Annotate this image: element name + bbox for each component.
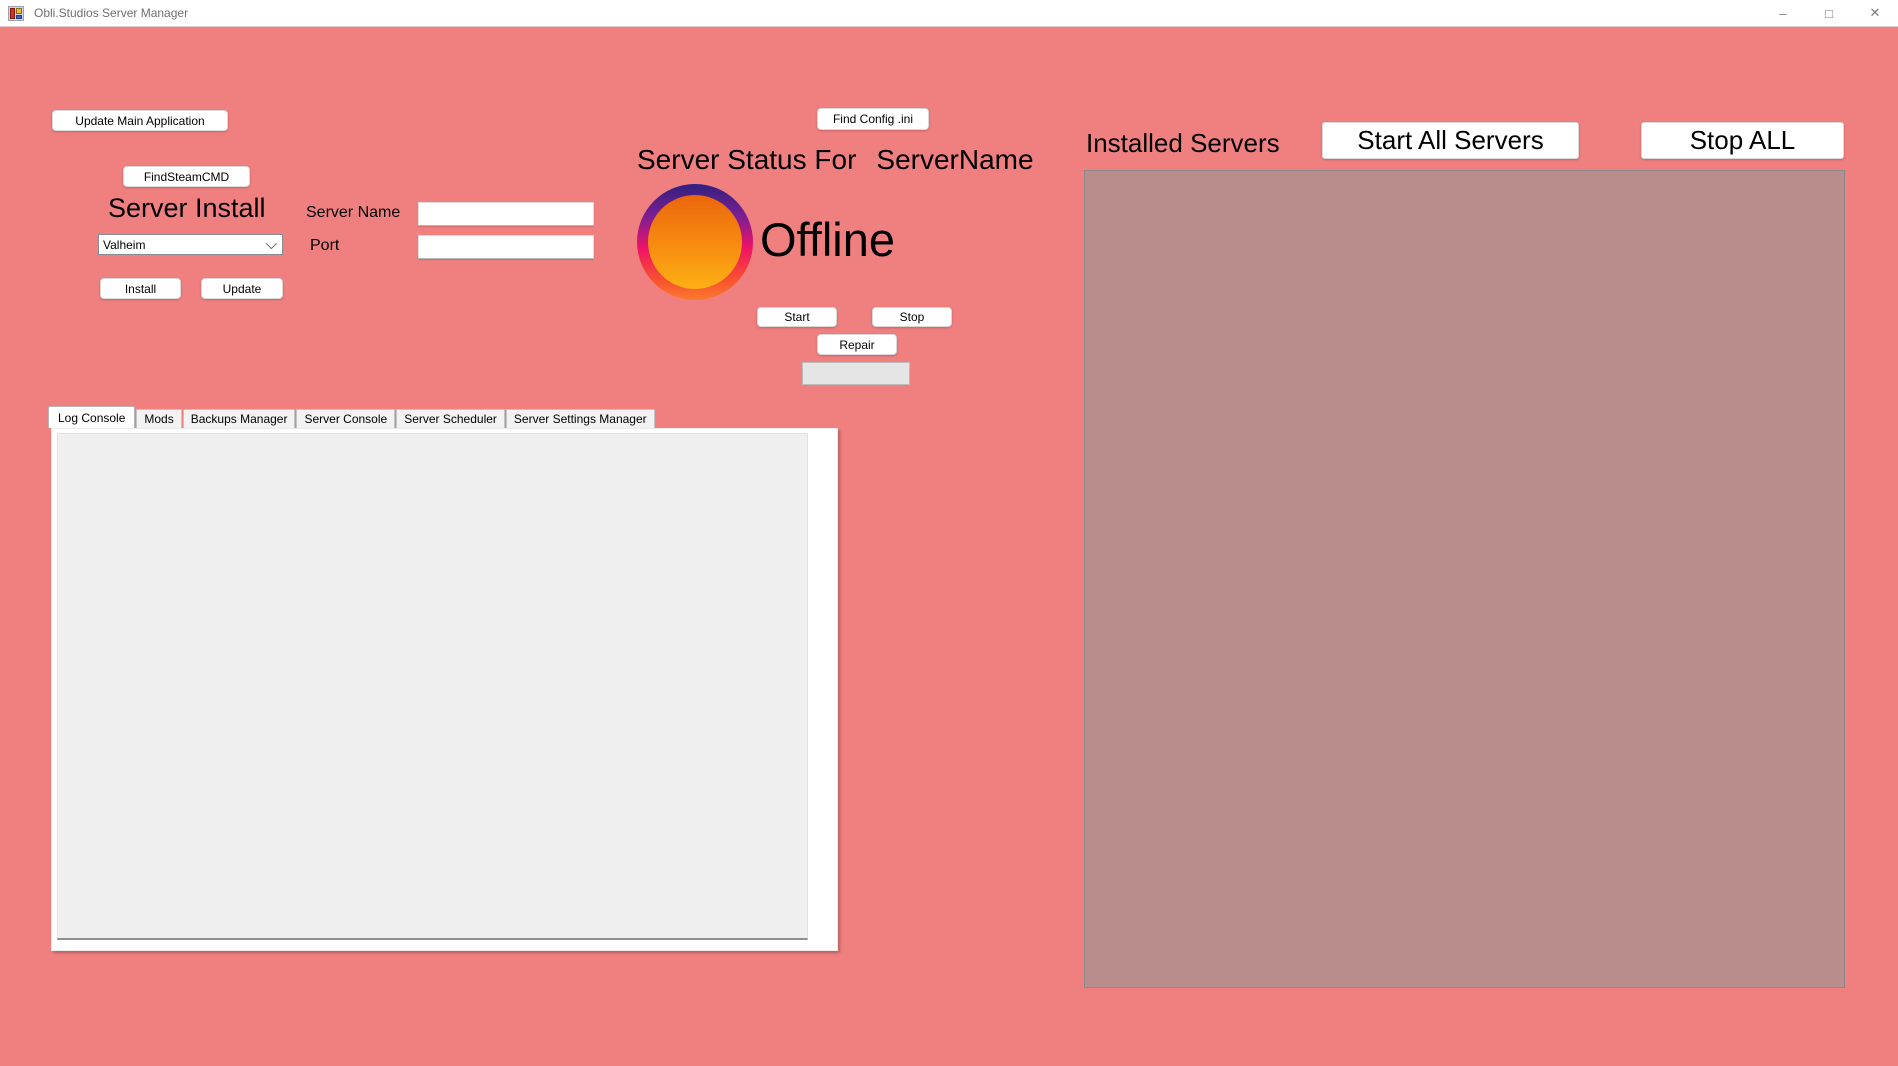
installed-servers-heading: Installed Servers: [1086, 128, 1280, 159]
close-icon[interactable]: ✕: [1852, 0, 1898, 27]
maximize-icon[interactable]: □: [1806, 0, 1852, 27]
tab-backups-manager[interactable]: Backups Manager: [183, 409, 296, 428]
repair-progress-bar: [802, 362, 910, 385]
chevron-down-icon: [266, 237, 277, 248]
install-button[interactable]: Install: [100, 278, 181, 299]
server-status-heading: Server Status For ServerName: [637, 144, 1034, 176]
installed-servers-list[interactable]: [1084, 170, 1845, 988]
app-icon: [8, 6, 24, 21]
update-button[interactable]: Update: [201, 278, 283, 299]
start-button[interactable]: Start: [757, 307, 837, 327]
tab-server-console[interactable]: Server Console: [296, 409, 395, 428]
log-console-textbox[interactable]: [57, 433, 808, 940]
status-indicator: [637, 184, 753, 300]
update-main-application-button[interactable]: Update Main Application: [52, 110, 228, 131]
repair-button[interactable]: Repair: [817, 334, 897, 355]
game-select-dropdown[interactable]: Valheim: [98, 234, 283, 255]
findsteamcmd-button[interactable]: FindSteamCMD: [123, 166, 250, 187]
tab-server-settings-manager[interactable]: Server Settings Manager: [506, 409, 655, 428]
start-all-servers-button[interactable]: Start All Servers: [1322, 122, 1579, 159]
port-label: Port: [310, 237, 339, 255]
game-select-value: Valheim: [103, 238, 145, 252]
server-install-heading: Server Install: [108, 193, 266, 224]
log-console-panel: [51, 428, 838, 951]
tab-mods[interactable]: Mods: [136, 409, 181, 428]
titlebar: Obli.Studios Server Manager – □ ✕: [0, 0, 1898, 27]
port-input[interactable]: [418, 235, 594, 259]
window-title: Obli.Studios Server Manager: [34, 6, 188, 20]
server-status-heading-text: Server Status For: [637, 144, 856, 176]
server-name-label: Server Name: [306, 204, 400, 222]
window-controls: – □ ✕: [1760, 0, 1898, 27]
stop-all-button[interactable]: Stop ALL: [1641, 122, 1844, 159]
tabstrip: Log Console Mods Backups Manager Server …: [48, 406, 656, 428]
server-status-server-name: ServerName: [876, 144, 1033, 176]
find-config-ini-button[interactable]: Find Config .ini: [817, 108, 929, 130]
stop-button[interactable]: Stop: [872, 307, 952, 327]
server-manager-window: Obli.Studios Server Manager – □ ✕ Update…: [0, 0, 1898, 1066]
server-name-input[interactable]: [418, 202, 594, 226]
tab-server-scheduler[interactable]: Server Scheduler: [396, 409, 505, 428]
status-indicator-core: [648, 195, 742, 289]
status-state-label: Offline: [760, 212, 895, 267]
minimize-icon[interactable]: –: [1760, 0, 1806, 27]
tab-log-console[interactable]: Log Console: [48, 406, 135, 428]
